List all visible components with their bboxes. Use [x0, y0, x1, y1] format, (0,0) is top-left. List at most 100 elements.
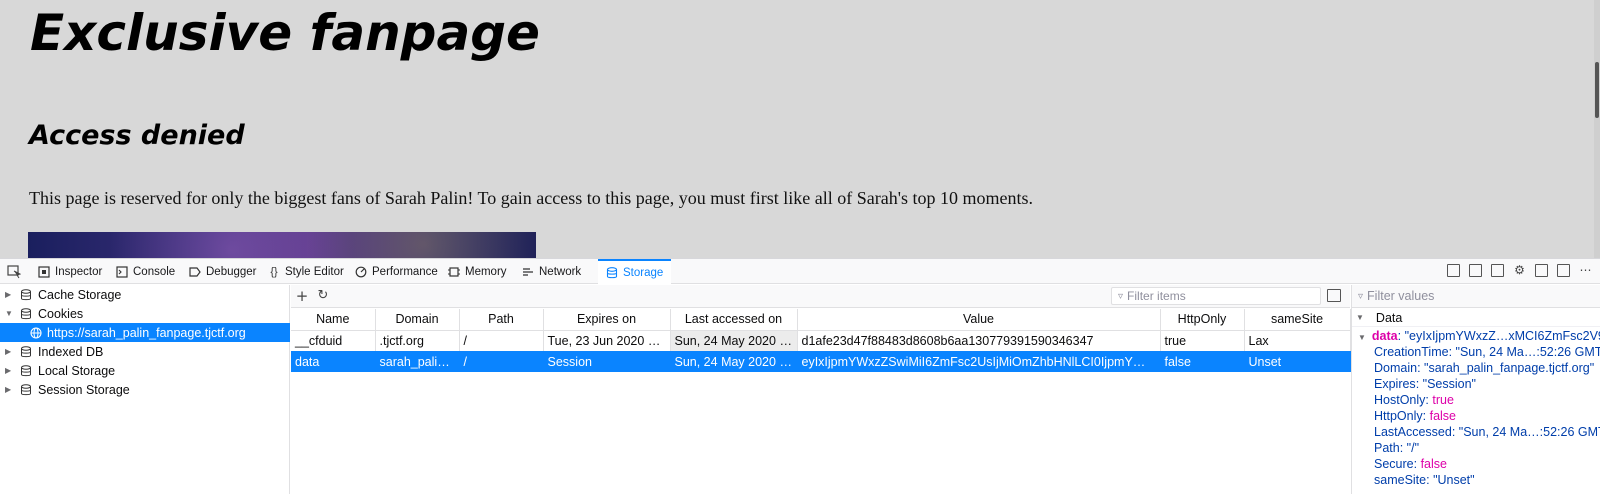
- details-prop[interactable]: Expires: "Session": [1374, 377, 1600, 393]
- cell-expires[interactable]: Session: [543, 351, 671, 372]
- tab-label: Storage: [623, 266, 664, 279]
- responsive-design-icon[interactable]: [1447, 264, 1460, 277]
- details-prop[interactable]: HttpOnly: false: [1374, 409, 1600, 425]
- details-prop[interactable]: Path: "/": [1374, 441, 1600, 457]
- tab-inspector[interactable]: Inspector: [34, 259, 106, 284]
- cell-domain[interactable]: .tjctf.org: [375, 330, 460, 351]
- cell-httponly[interactable]: true: [1160, 330, 1245, 351]
- table-row[interactable]: __cfduid .tjctf.org / Tue, 23 Jun 2020 1…: [291, 330, 1351, 351]
- debugger-icon: [189, 266, 201, 277]
- details-prop[interactable]: LastAccessed: "Sun, 24 Ma…:52:26 GMT": [1374, 425, 1600, 441]
- column-header[interactable]: Path: [459, 309, 544, 331]
- column-header[interactable]: Domain: [375, 309, 460, 331]
- screenshot-icon[interactable]: [1469, 264, 1482, 277]
- prop-key: LastAccessed: [1374, 425, 1452, 439]
- tab-style-editor[interactable]: {} Style Editor: [264, 259, 348, 284]
- collapsed-arrow-icon[interactable]: ▶: [5, 366, 15, 375]
- cell-path[interactable]: /: [459, 330, 544, 351]
- cell-path[interactable]: /: [459, 351, 544, 372]
- scrollbar-thumb[interactable]: [1595, 62, 1599, 118]
- database-icon: [21, 383, 31, 395]
- access-denied-heading: Access denied: [29, 120, 245, 151]
- tab-memory[interactable]: Memory: [444, 259, 511, 284]
- details-prop[interactable]: Domain: "sarah_palin_fanpage.tjctf.org": [1374, 361, 1600, 377]
- tab-label: Performance: [372, 265, 438, 278]
- cell-domain[interactable]: sarah_palin_fanpage.tjctf.org: [375, 351, 460, 372]
- database-icon: [21, 345, 31, 357]
- details-prop[interactable]: sameSite: "Unset": [1374, 473, 1600, 489]
- cell-value[interactable]: d1afe23d47f88483d8608b6aa130779391590346…: [797, 330, 1161, 351]
- collapsed-arrow-icon[interactable]: ▶: [5, 290, 15, 299]
- inspector-icon: [38, 265, 50, 278]
- cell-expires[interactable]: Tue, 23 Jun 2020 18:52:26 GMT: [543, 330, 671, 351]
- tree-item-indexed-db[interactable]: ▶ Indexed DB: [0, 342, 290, 361]
- tab-performance[interactable]: Performance: [351, 259, 442, 284]
- database-icon: [606, 266, 618, 278]
- prop-key: HttpOnly: [1374, 409, 1423, 423]
- details-section-heading[interactable]: ▼ Data: [1352, 309, 1600, 327]
- cell-value[interactable]: eyIxIjpmYWxzZSwiMiI6ZmFsc2UsIjMiOmZhbHNl…: [797, 351, 1161, 372]
- devtools-panel: Inspector Console Debugger {} Style Edit…: [0, 258, 1600, 494]
- column-header[interactable]: sameSite: [1244, 309, 1351, 331]
- sidebar-toggle-icon[interactable]: [1327, 289, 1341, 302]
- column-header[interactable]: HttpOnly: [1160, 309, 1245, 331]
- details-heading-label: Data: [1375, 310, 1403, 325]
- filter-items-input[interactable]: ▿ Filter items: [1111, 287, 1321, 305]
- collapsed-arrow-icon[interactable]: ▶: [5, 347, 15, 356]
- prop-value: "eyIxIjpmYWxzZ…xMCI6ZmFsc2V9": [1404, 329, 1600, 343]
- details-prop[interactable]: CreationTime: "Sun, 24 Ma…:52:26 GMT": [1374, 345, 1600, 361]
- expanded-arrow-icon[interactable]: ▼: [1356, 313, 1364, 322]
- column-header[interactable]: Name: [291, 309, 376, 331]
- more-options-icon[interactable]: ⋯: [1579, 264, 1592, 277]
- prop-key: Expires: [1374, 377, 1416, 391]
- tree-item-cookie-host[interactable]: https://sarah_palin_fanpage.tjctf.org: [0, 323, 290, 342]
- column-header[interactable]: Value: [797, 309, 1161, 331]
- table-row[interactable]: data sarah_palin_fanpage.tjctf.org / Ses…: [291, 351, 1351, 372]
- tab-label: Inspector: [55, 265, 103, 278]
- cookie-table-area: + ↻ ▿ Filter items Name Domain Path Expi…: [291, 285, 1351, 494]
- performance-icon: [355, 266, 367, 277]
- details-root-entry[interactable]: ▼ data: "eyIxIjpmYWxzZ…xMCI6ZmFsc2V9": [1358, 329, 1600, 345]
- tab-console[interactable]: Console: [112, 259, 179, 284]
- expanded-arrow-icon[interactable]: ▼: [1358, 333, 1366, 342]
- cell-samesite[interactable]: Unset: [1244, 351, 1351, 372]
- add-item-icon[interactable]: +: [294, 288, 310, 304]
- tree-item-local-storage[interactable]: ▶ Local Storage: [0, 361, 290, 380]
- dock-side-icon[interactable]: [1535, 264, 1548, 277]
- tab-label: Memory: [465, 265, 507, 278]
- tree-item-cookies[interactable]: ▼ Cookies: [0, 304, 290, 323]
- filter-values-input[interactable]: ▿ Filter values: [1352, 285, 1600, 308]
- page-title: Exclusive fanpage: [30, 4, 540, 62]
- tab-debugger[interactable]: Debugger: [185, 259, 261, 284]
- prop-value: "Sun, 24 Ma…:52:26 GMT": [1455, 345, 1600, 359]
- split-console-icon[interactable]: [1557, 264, 1570, 277]
- details-prop[interactable]: HostOnly: true: [1374, 393, 1600, 409]
- cell-samesite[interactable]: Lax: [1244, 330, 1351, 351]
- expanded-arrow-icon[interactable]: ▼: [5, 309, 15, 318]
- prop-value: "Sun, 24 Ma…:52:26 GMT": [1458, 425, 1600, 439]
- column-header[interactable]: Expires on: [543, 309, 671, 331]
- tree-item-session-storage[interactable]: ▶ Session Storage: [0, 380, 290, 399]
- details-prop[interactable]: Secure: false: [1374, 457, 1600, 473]
- cookie-table: Name Domain Path Expires on Last accesse…: [291, 309, 1351, 372]
- page-scrollbar[interactable]: [1594, 0, 1600, 258]
- cell-httponly[interactable]: false: [1160, 351, 1245, 372]
- cell-last-accessed[interactable]: Sun, 24 May 2020 18:52:26 GMT: [670, 351, 798, 372]
- filter-placeholder: Filter items: [1127, 289, 1186, 303]
- tab-network[interactable]: Network: [518, 259, 585, 284]
- tab-storage[interactable]: Storage: [598, 259, 672, 284]
- cell-name[interactable]: data: [291, 351, 376, 372]
- cell-last-accessed[interactable]: Sun, 24 May 2020 18:52:26 GMT: [670, 330, 798, 351]
- element-picker-icon[interactable]: [7, 265, 21, 279]
- tree-item-cache-storage[interactable]: ▶ Cache Storage: [0, 285, 290, 304]
- prop-value: "/": [1406, 441, 1420, 455]
- settings-icon[interactable]: ⚙: [1513, 264, 1526, 277]
- page-paragraph: This page is reserved for only the bigge…: [29, 188, 1033, 208]
- frame-select-icon[interactable]: [1491, 264, 1504, 277]
- cell-name[interactable]: __cfduid: [291, 330, 376, 351]
- tab-label: Network: [539, 265, 582, 278]
- column-header[interactable]: Last accessed on: [670, 309, 798, 331]
- storage-tree: ▶ Cache Storage ▼ Cookies https://sarah_…: [0, 285, 290, 494]
- collapsed-arrow-icon[interactable]: ▶: [5, 385, 15, 394]
- refresh-icon[interactable]: ↻: [315, 288, 331, 304]
